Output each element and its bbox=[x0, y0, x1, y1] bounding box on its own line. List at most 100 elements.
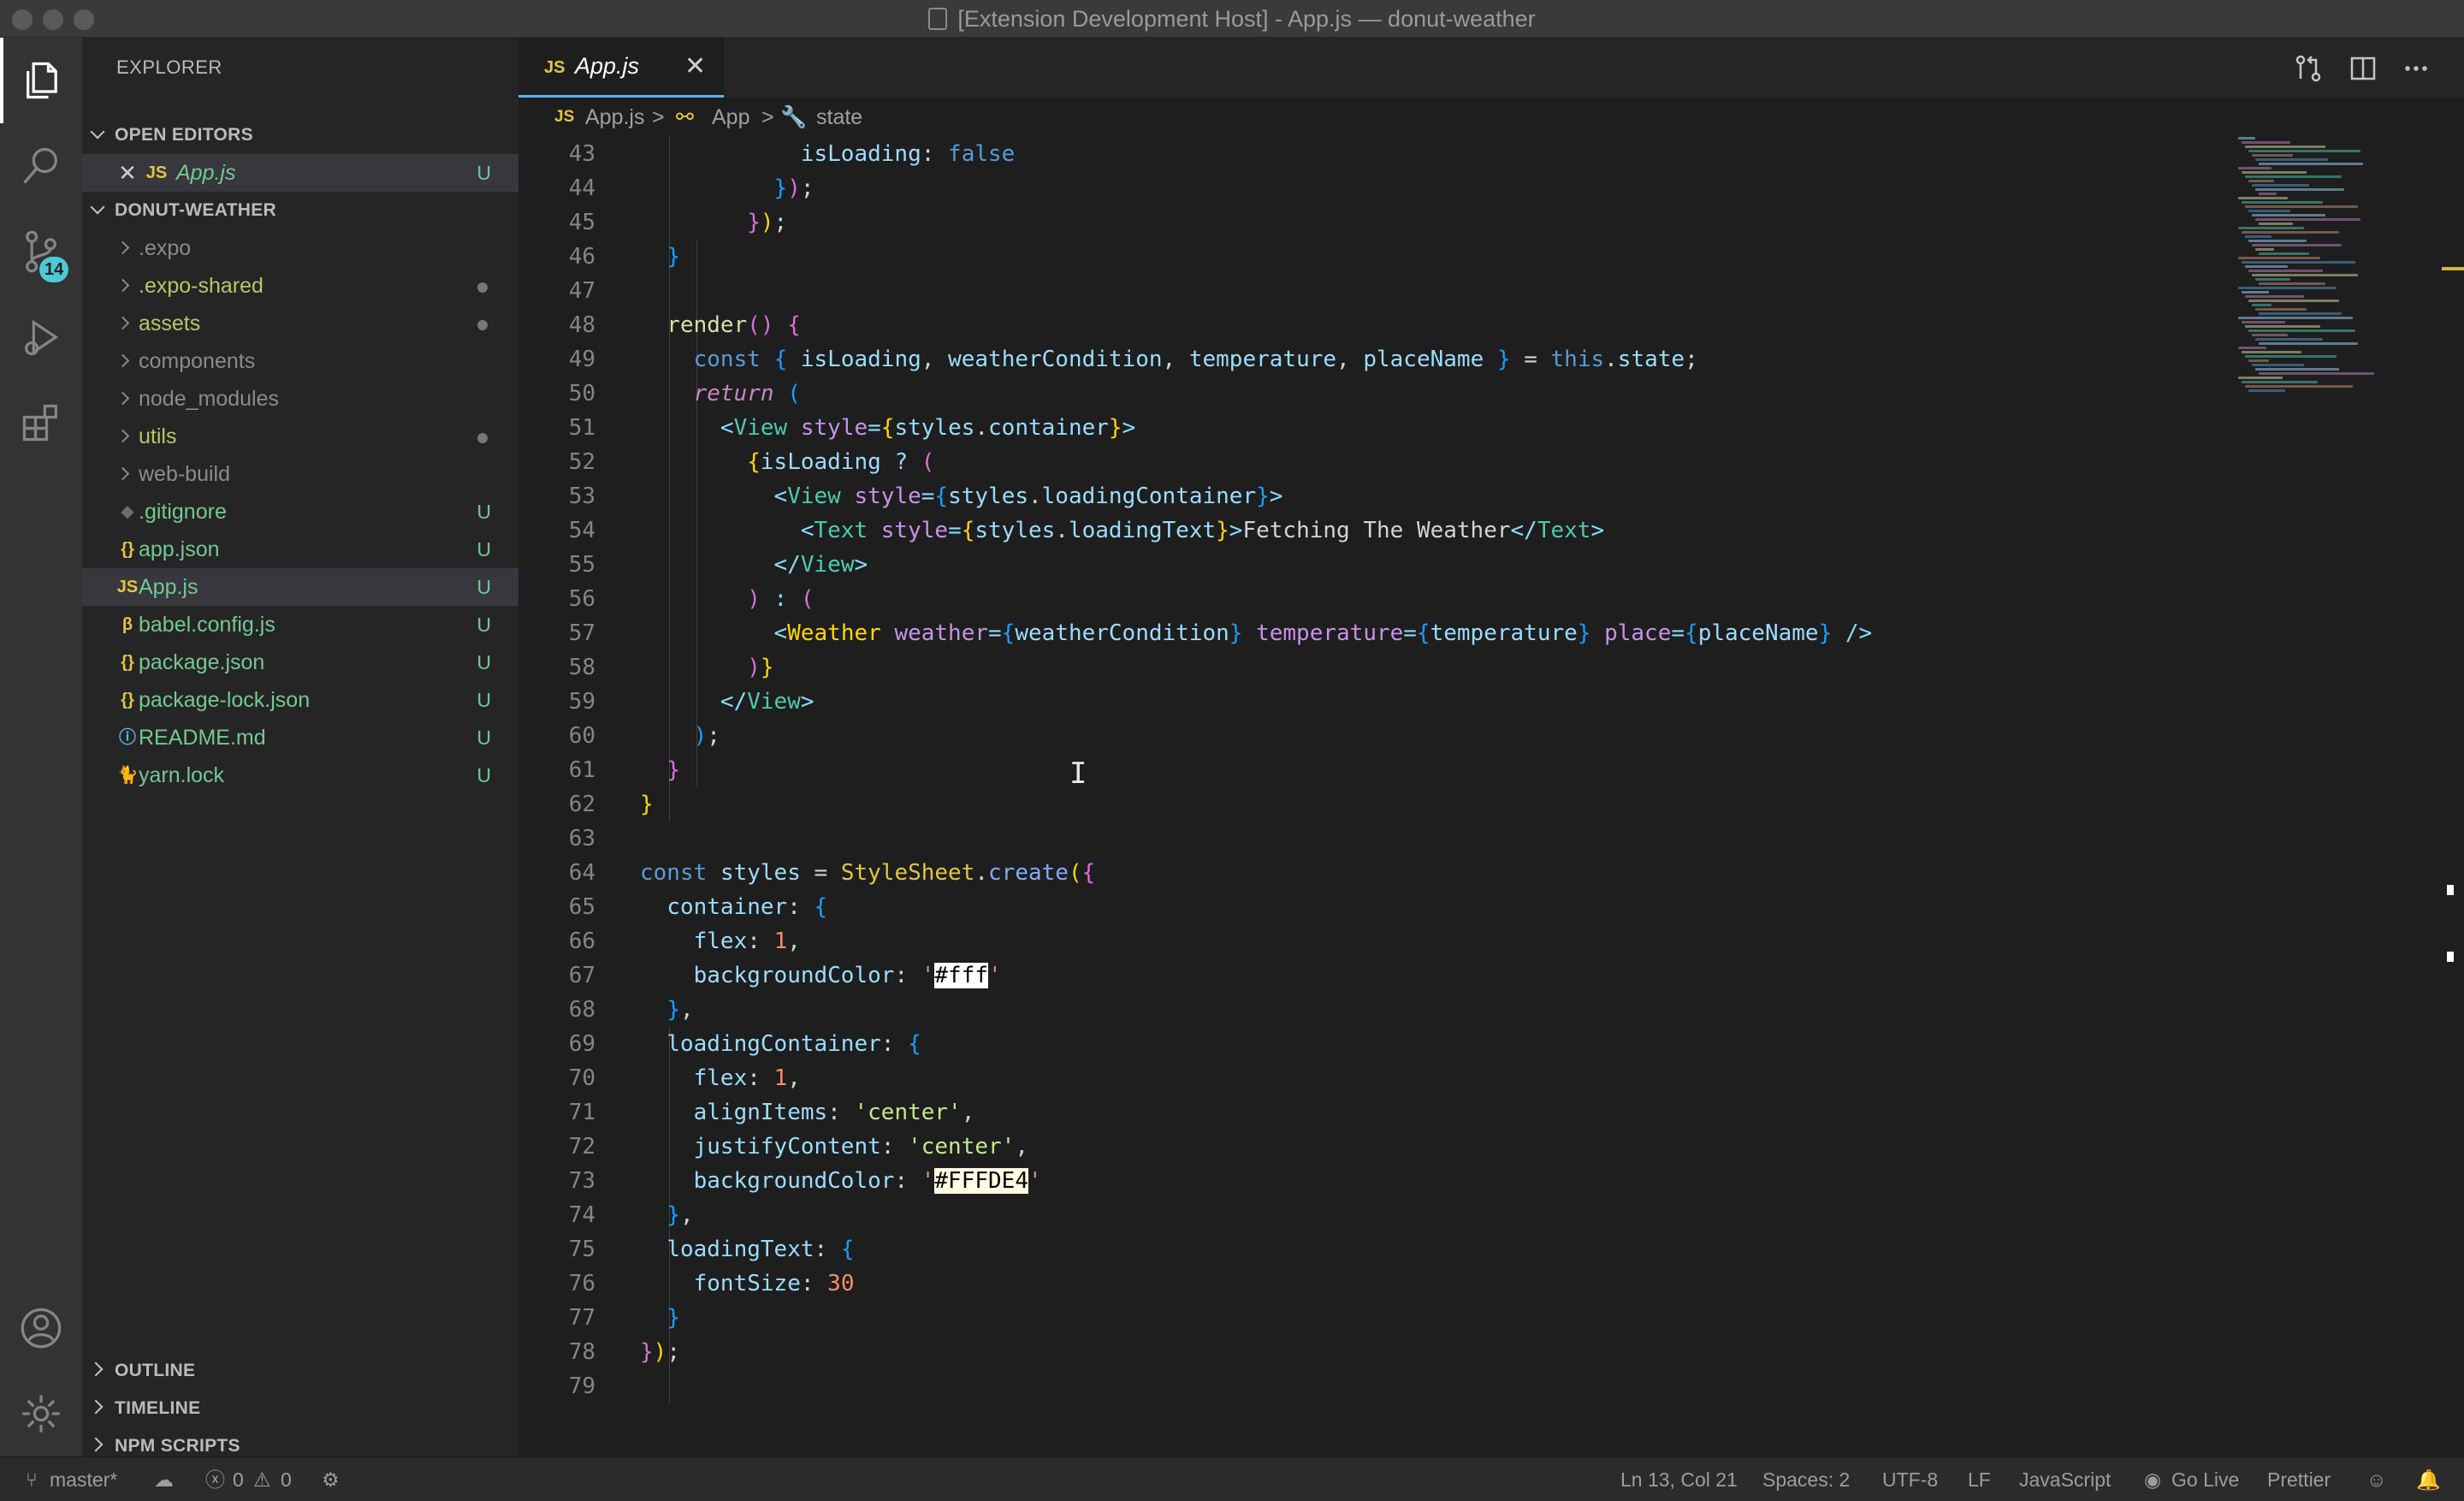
minimap-line bbox=[2238, 167, 2272, 169]
breadcrumb-file[interactable]: App.js bbox=[585, 98, 644, 137]
explorer-icon[interactable] bbox=[0, 38, 82, 123]
split-editor-icon[interactable] bbox=[2348, 53, 2378, 84]
tab-label: App.js bbox=[575, 53, 640, 79]
feedback-icon[interactable]: ☺ bbox=[2366, 1457, 2386, 1501]
tree-file[interactable]: JS App.js U bbox=[82, 568, 518, 606]
encoding[interactable]: UTF-8 bbox=[1882, 1457, 1938, 1501]
tree-file[interactable]: ◆ .gitignore U bbox=[82, 493, 518, 531]
minimap-line bbox=[2245, 355, 2337, 358]
tab-close-icon[interactable]: ✕ bbox=[684, 51, 706, 81]
line-number: 47 bbox=[568, 278, 595, 304]
minimap-line bbox=[2242, 141, 2290, 144]
tree-folder[interactable]: assets bbox=[82, 305, 518, 342]
bug-icon[interactable]: ⚙ bbox=[322, 1457, 340, 1501]
more-actions-icon[interactable] bbox=[2401, 53, 2431, 84]
breadcrumb-symbol-app[interactable]: App bbox=[712, 98, 749, 137]
branch-name[interactable]: master* bbox=[50, 1457, 117, 1501]
minimap-line bbox=[2255, 188, 2344, 191]
minimap-line bbox=[2259, 222, 2293, 225]
tree-item-label: assets bbox=[139, 311, 201, 335]
account-icon[interactable] bbox=[0, 1285, 82, 1371]
project-label: DONUT-WEATHER bbox=[115, 200, 276, 220]
tree-folder[interactable]: .expo bbox=[82, 229, 518, 267]
tree-file[interactable]: ⓘ README.md U bbox=[82, 719, 518, 756]
end-of-line[interactable]: LF bbox=[1968, 1457, 1991, 1501]
git-status: U bbox=[477, 614, 491, 636]
open-changes-icon[interactable] bbox=[2293, 53, 2324, 84]
git-status: U bbox=[477, 162, 491, 184]
tree-folder[interactable]: utils bbox=[82, 418, 518, 455]
language-mode[interactable]: JavaScript bbox=[2019, 1457, 2111, 1501]
minimap-line bbox=[2252, 334, 2288, 336]
tree-item-label: babel.config.js bbox=[139, 613, 275, 637]
search-icon[interactable] bbox=[0, 123, 82, 209]
sync-icon[interactable]: ☁ bbox=[154, 1457, 174, 1501]
branch-icon: ⑂ bbox=[26, 1468, 38, 1491]
outline-header[interactable]: OUTLINE bbox=[82, 1352, 518, 1390]
minimap-line bbox=[2259, 312, 2342, 315]
minimap-line bbox=[2259, 163, 2363, 165]
tree-file[interactable]: 🐈 yarn.lock U bbox=[82, 756, 518, 794]
minimap-line bbox=[2245, 175, 2342, 178]
open-editors-header[interactable]: OPEN EDITORS bbox=[82, 116, 518, 154]
minimap-line bbox=[2259, 252, 2309, 255]
code-editor[interactable]: 43 44 45 46 47 48 49 50 51 52 53 54 55 56 57 58 59 60 61 62… bbox=[518, 137, 2230, 1457]
breadcrumb-symbol-state[interactable]: state bbox=[816, 98, 862, 137]
minimap-line bbox=[2252, 214, 2325, 217]
minimap-line bbox=[2252, 304, 2272, 306]
bell-icon[interactable]: 🔔 bbox=[2416, 1457, 2441, 1501]
minimap-line bbox=[2238, 227, 2304, 229]
run-debug-icon[interactable] bbox=[0, 294, 82, 380]
tree-file[interactable]: β babel.config.js U bbox=[82, 606, 518, 644]
close-icon[interactable]: ✕ bbox=[115, 154, 140, 192]
tree-item-label: .expo bbox=[139, 236, 192, 260]
line-number: 50 bbox=[568, 381, 595, 406]
error-count[interactable]: 0 bbox=[233, 1457, 244, 1501]
tree-folder[interactable]: node_modules bbox=[82, 380, 518, 418]
tree-item-label: README.md bbox=[139, 726, 266, 750]
tree-file[interactable]: {} package.json U bbox=[82, 644, 518, 681]
gear-icon[interactable] bbox=[0, 1371, 82, 1457]
minimap[interactable] bbox=[2233, 137, 2447, 411]
timeline-label: TIMELINE bbox=[115, 1398, 201, 1418]
line-number: 46 bbox=[568, 244, 595, 270]
modified-dot bbox=[477, 320, 488, 330]
minimap-line bbox=[2242, 231, 2339, 234]
file-type-icon: {} bbox=[121, 653, 134, 672]
chevron-right-icon bbox=[88, 1437, 104, 1452]
open-editor-label: App.js bbox=[176, 161, 236, 185]
outline-label: OUTLINE bbox=[115, 1361, 196, 1380]
line-number: 78 bbox=[568, 1339, 595, 1365]
go-live-button[interactable]: Go Live bbox=[2171, 1457, 2239, 1501]
prettier-button[interactable]: Prettier bbox=[2267, 1457, 2331, 1501]
line-number: 67 bbox=[568, 963, 595, 988]
line-number: 52 bbox=[568, 449, 595, 475]
warning-icon: ⚠ bbox=[253, 1468, 271, 1491]
minimap-line bbox=[2242, 171, 2307, 174]
line-number: 75 bbox=[568, 1237, 595, 1262]
minimap-line bbox=[2238, 137, 2255, 139]
indentation[interactable]: Spaces: 2 bbox=[1762, 1457, 1850, 1501]
source-control-icon[interactable]: 14 bbox=[0, 209, 82, 294]
explorer-sidebar: EXPLORER OPEN EDITORS ✕ JS App.js U DONU… bbox=[82, 38, 518, 1457]
timeline-header[interactable]: TIMELINE bbox=[82, 1390, 518, 1427]
cursor-position[interactable]: Ln 13, Col 21 bbox=[1620, 1457, 1738, 1501]
tab-app-js[interactable]: JS App.js ✕ bbox=[518, 38, 724, 98]
tree-file[interactable]: {} app.json U bbox=[82, 531, 518, 568]
js-file-icon: JS bbox=[554, 108, 575, 126]
line-number: 74 bbox=[568, 1202, 595, 1228]
tree-folder[interactable]: .expo-shared bbox=[82, 267, 518, 305]
tree-folder[interactable]: components bbox=[82, 342, 518, 380]
git-status: U bbox=[477, 501, 491, 523]
tree-folder[interactable]: web-build bbox=[82, 455, 518, 493]
minimap-line bbox=[2248, 359, 2269, 362]
extensions-icon[interactable] bbox=[0, 380, 82, 466]
minimap-line bbox=[2255, 338, 2323, 341]
tree-item-label: yarn.lock bbox=[139, 763, 225, 787]
tree-file[interactable]: {} package-lock.json U bbox=[82, 681, 518, 719]
warning-count[interactable]: 0 bbox=[281, 1457, 292, 1501]
open-editor-item[interactable]: ✕ JS App.js U bbox=[82, 154, 518, 192]
project-header[interactable]: DONUT-WEATHER bbox=[82, 192, 518, 229]
git-status: U bbox=[477, 651, 491, 673]
git-status: U bbox=[477, 538, 491, 561]
